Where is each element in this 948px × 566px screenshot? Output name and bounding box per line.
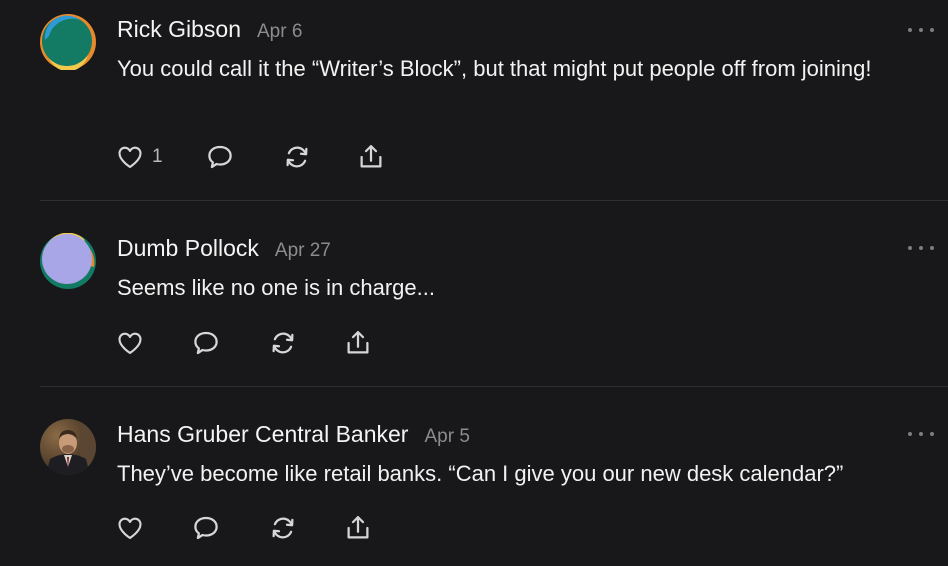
comment-icon: [208, 145, 232, 169]
restack-icon: [272, 517, 294, 539]
like-button[interactable]: [116, 513, 152, 543]
heart-icon: [118, 332, 142, 354]
avatar-image: [40, 419, 96, 475]
divider: [40, 200, 948, 201]
comment-header: Hans Gruber Central Banker Apr 5: [117, 421, 470, 448]
comment-text: They’ve become like retail banks. “Can I…: [117, 461, 844, 486]
comment-icon: [194, 516, 218, 540]
restack-icon: [286, 146, 308, 168]
share-button[interactable]: [343, 513, 373, 543]
heart-icon: [118, 146, 142, 168]
restack-button[interactable]: [268, 513, 298, 543]
comment-icon: [194, 331, 218, 355]
avatar[interactable]: [40, 233, 96, 289]
avatar-image: [40, 14, 96, 70]
like-button[interactable]: 1: [116, 142, 163, 172]
share-button[interactable]: [343, 328, 373, 358]
more-options-icon[interactable]: [908, 428, 934, 440]
comment-date[interactable]: Apr 5: [424, 426, 469, 448]
comment-date[interactable]: Apr 27: [275, 240, 331, 262]
author-name[interactable]: Hans Gruber Central Banker: [117, 421, 408, 448]
more-options-icon[interactable]: [908, 24, 934, 36]
divider: [40, 386, 948, 387]
author-name[interactable]: Dumb Pollock: [117, 235, 259, 262]
share-button[interactable]: [356, 142, 386, 172]
more-options-icon[interactable]: [908, 242, 934, 254]
comment-header: Rick Gibson Apr 6: [117, 16, 302, 43]
restack-icon: [272, 332, 294, 354]
heart-icon: [118, 517, 142, 539]
comment-text: You could call it the “Writer’s Block”, …: [117, 56, 872, 81]
avatar-image: [40, 233, 96, 289]
comment-header: Dumb Pollock Apr 27: [117, 235, 331, 262]
avatar[interactable]: [40, 14, 96, 70]
share-icon: [360, 145, 382, 168]
comment-date[interactable]: Apr 6: [257, 21, 302, 43]
reply-button[interactable]: [205, 142, 235, 172]
reply-button[interactable]: [191, 328, 221, 358]
reply-button[interactable]: [191, 513, 221, 543]
like-count: 1: [152, 146, 163, 167]
share-icon: [347, 331, 369, 354]
author-name[interactable]: Rick Gibson: [117, 16, 241, 43]
like-button[interactable]: [116, 328, 152, 358]
share-icon: [347, 516, 369, 539]
restack-button[interactable]: [268, 328, 298, 358]
comment-text: Seems like no one is in charge...: [117, 275, 435, 300]
restack-button[interactable]: [282, 142, 312, 172]
avatar[interactable]: [40, 419, 96, 475]
